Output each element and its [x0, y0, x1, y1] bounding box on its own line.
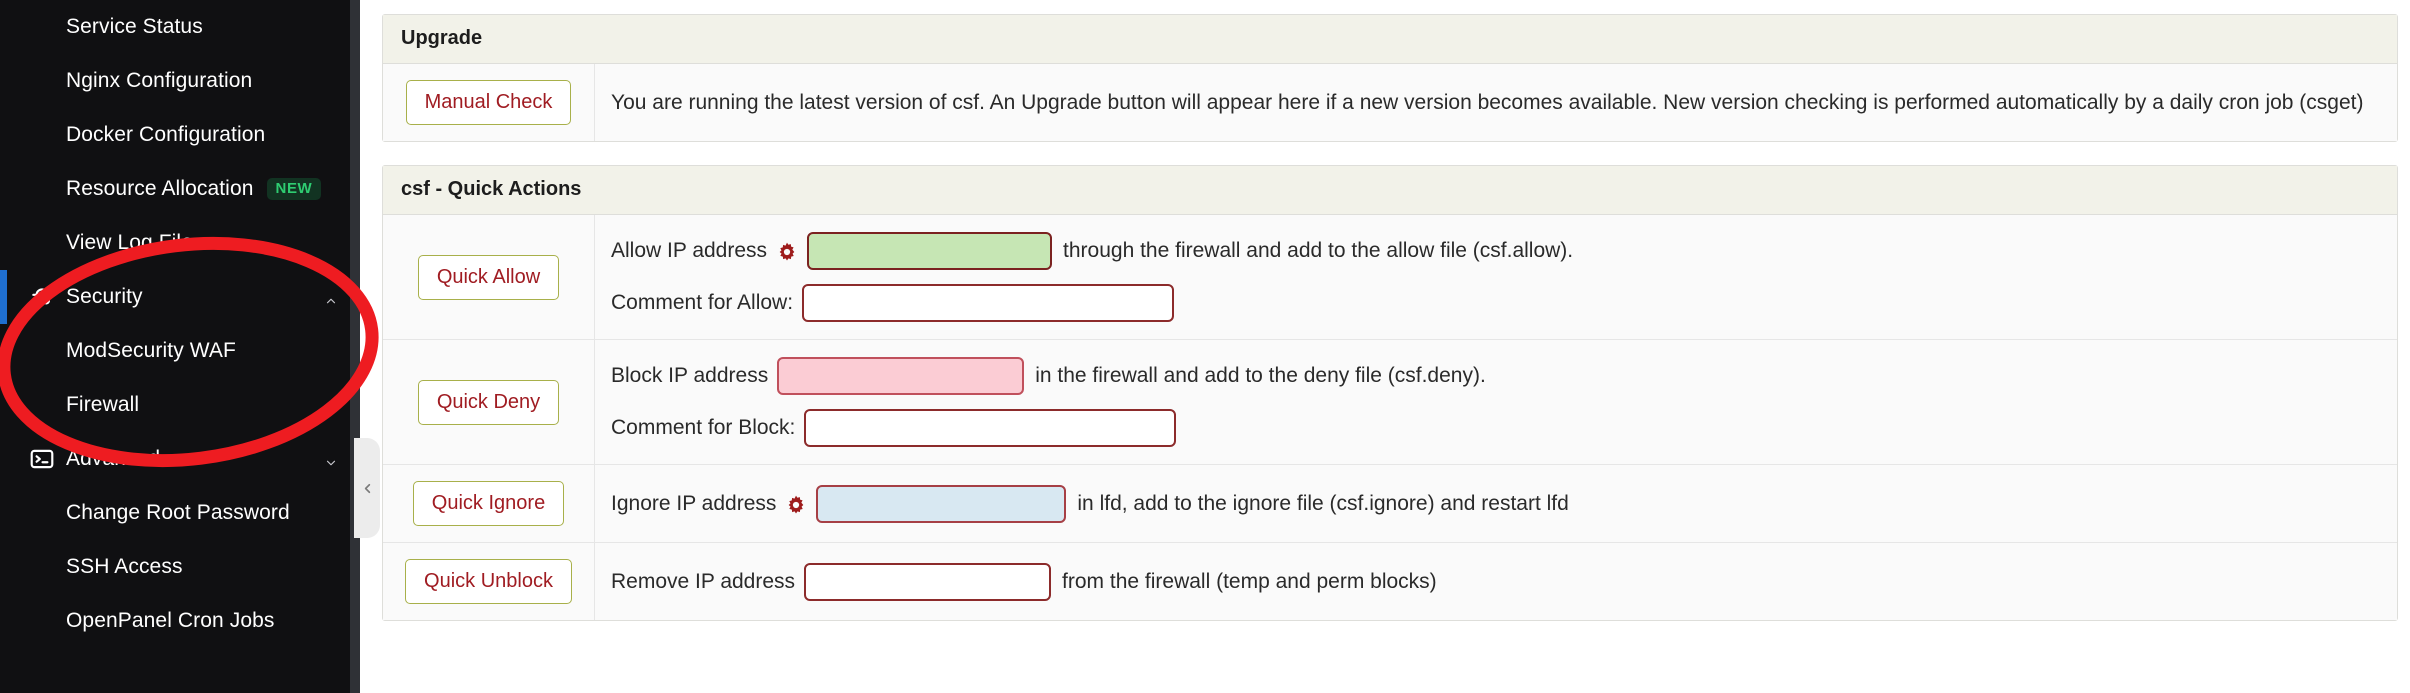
sidebar-item-ssh-access[interactable]: SSH Access	[0, 540, 360, 594]
sidebar-item-label: Service Status	[66, 15, 203, 38]
quick-action-button-cell: Quick Allow	[383, 215, 595, 339]
quick-actions-title: csf - Quick Actions	[383, 166, 2397, 215]
terminal-icon-wrap	[18, 446, 66, 472]
chevron-left-icon	[364, 483, 370, 493]
quick-action-post-label: through the firewall and add to the allo…	[1063, 239, 1574, 262]
quick-action-pre-label: Block IP address	[611, 364, 769, 387]
quick-action-comment-input[interactable]	[804, 409, 1177, 447]
sidebar-item-openpanel-cron-jobs[interactable]: OpenPanel Cron Jobs	[0, 594, 360, 648]
quick-action-fields: Block IP address in the firewall and add …	[595, 340, 2397, 464]
sidebar-item-label: ModSecurity WAF	[66, 339, 236, 362]
quick-action-row-quick-allow: Quick Allow Allow IP address through the f…	[383, 215, 2397, 340]
quick-action-post-label: in the firewall and add to the deny file…	[1035, 364, 1486, 387]
sidebar-item-modsecurity-waf[interactable]: ModSecurity WAF	[0, 324, 360, 378]
sidebar-item-badge: NEW	[266, 178, 322, 200]
sidebar-item-security[interactable]: Security	[0, 270, 360, 324]
upgrade-card: Upgrade Manual Check You are running the…	[382, 14, 2398, 142]
upgrade-card-body: Manual Check You are running the latest …	[383, 64, 2397, 141]
sidebar-item-label: Docker Configuration	[66, 123, 266, 146]
upgrade-row: Manual Check You are running the latest …	[383, 64, 2397, 141]
quick-action-ip-input[interactable]	[804, 562, 1052, 601]
quick-action-comment-input[interactable]	[802, 284, 1175, 322]
quick-action-comment-label: Comment for Allow:	[611, 291, 794, 314]
quick-deny-button[interactable]: Quick Deny	[417, 379, 560, 425]
sidebar-item-change-root-password[interactable]: Change Root Password	[0, 486, 360, 540]
sidebar-item-docker-configuration[interactable]: Docker Configuration	[0, 108, 360, 162]
gear-icon	[779, 242, 795, 261]
chevron-up-icon	[326, 298, 336, 304]
quick-action-row-quick-unblock: Quick Unblock Remove IP address from the f…	[383, 543, 2397, 620]
quick-action-button-cell: Quick Ignore	[383, 465, 595, 542]
quick-action-comment-line: Comment for Allow:	[611, 284, 2381, 322]
gear-icon-wrap[interactable]	[776, 241, 798, 263]
sidebar-item-label: View Log Files	[66, 231, 204, 254]
quick-action-pre-label: Allow IP address	[611, 239, 768, 262]
sidebar-item-label: Resource Allocation	[66, 177, 254, 200]
chevron-down-icon-wrap[interactable]	[324, 452, 338, 466]
sidebar-item-label: Nginx Configuration	[66, 69, 253, 92]
gear-icon	[789, 495, 804, 514]
sidebar-item-firewall[interactable]: Firewall	[0, 378, 360, 432]
sidebar: Service Status Nginx Configuration Docker …	[0, 0, 360, 693]
quick-allow-button[interactable]: Quick Allow	[417, 254, 560, 300]
sidebar-divider	[350, 0, 360, 693]
quick-action-fields: Remove IP address from the firewall (temp…	[595, 543, 2397, 620]
quick-action-button-cell: Quick Unblock	[383, 543, 595, 620]
quick-actions-card: csf - Quick Actions Quick Allow Allow IP …	[382, 165, 2398, 621]
quick-action-pre-label: Ignore IP address	[611, 491, 777, 515]
quick-action-pre-label: Remove IP address	[611, 569, 796, 593]
sidebar-nav-list: Service Status Nginx Configuration Docker …	[0, 0, 360, 648]
quick-action-row-quick-deny: Quick Deny Block IP address in the firewal…	[383, 340, 2397, 465]
quick-actions-body: Quick Allow Allow IP address through the f…	[383, 215, 2397, 620]
app-root: Service Status Nginx Configuration Docker …	[0, 0, 2410, 693]
sidebar-item-label: SSH Access	[66, 555, 183, 578]
quick-action-fields: Allow IP address through the firewall and…	[595, 215, 2397, 339]
terminal-icon	[30, 449, 54, 469]
quick-action-ip-input[interactable]	[816, 484, 1067, 523]
chevron-up-icon-wrap[interactable]	[324, 290, 338, 304]
sidebar-item-resource-allocation[interactable]: Resource Allocation NEW	[0, 162, 360, 216]
quick-action-post-label: from the firewall (temp and perm blocks)	[1062, 569, 1437, 593]
quick-action-button-cell: Quick Deny	[383, 340, 595, 464]
sidebar-item-view-log-files[interactable]: View Log Files	[0, 216, 360, 270]
quick-action-main-line: Ignore IP address in lfd, add to the igno…	[611, 484, 2381, 523]
quick-action-main-line: Remove IP address from the firewall (temp…	[611, 562, 2381, 601]
sidebar-item-advanced[interactable]: Advanced	[0, 432, 360, 486]
sidebar-item-label: Firewall	[66, 393, 140, 416]
manual-check-button[interactable]: Manual Check	[405, 80, 572, 125]
sidebar-item-label: Change Root Password	[66, 501, 290, 524]
sidebar-item-service-status[interactable]: Service Status	[0, 0, 360, 54]
sidebar-item-label: OpenPanel Cron Jobs	[66, 609, 275, 632]
quick-action-comment-label: Comment for Block:	[611, 416, 796, 439]
quick-action-post-label: in lfd, add to the ignore file (csf.igno…	[1077, 491, 1569, 515]
quick-action-main-line: Block IP address in the firewall and add …	[611, 357, 2381, 395]
upgrade-card-title: Upgrade	[383, 15, 2397, 64]
sidebar-item-nginx-configuration[interactable]: Nginx Configuration	[0, 54, 360, 108]
quick-action-main-line: Allow IP address through the firewall and…	[611, 232, 2381, 270]
quick-action-row-quick-ignore: Quick Ignore Ignore IP address in lfd, add…	[383, 465, 2397, 543]
user-secret-icon-wrap	[18, 284, 66, 310]
quick-unblock-button[interactable]: Quick Unblock	[405, 559, 572, 604]
upgrade-message: You are running the latest version of cs…	[611, 90, 2364, 114]
quick-action-fields: Ignore IP address in lfd, add to the igno…	[595, 465, 2397, 542]
user-secret-icon	[32, 288, 52, 305]
quick-action-comment-line: Comment for Block:	[611, 409, 2381, 447]
chevron-down-icon	[326, 460, 336, 466]
gear-icon-wrap[interactable]	[785, 494, 807, 516]
main-content: Upgrade Manual Check You are running the…	[360, 0, 2410, 693]
sidebar-item-label: Security	[66, 285, 143, 308]
quick-ignore-button[interactable]: Quick Ignore	[412, 481, 565, 526]
quick-action-ip-input[interactable]	[777, 357, 1025, 395]
quick-action-ip-input[interactable]	[807, 232, 1053, 270]
upgrade-button-cell: Manual Check	[383, 64, 595, 141]
sidebar-item-label: Advanced	[66, 447, 161, 470]
sidebar-collapse-button[interactable]	[354, 438, 380, 538]
